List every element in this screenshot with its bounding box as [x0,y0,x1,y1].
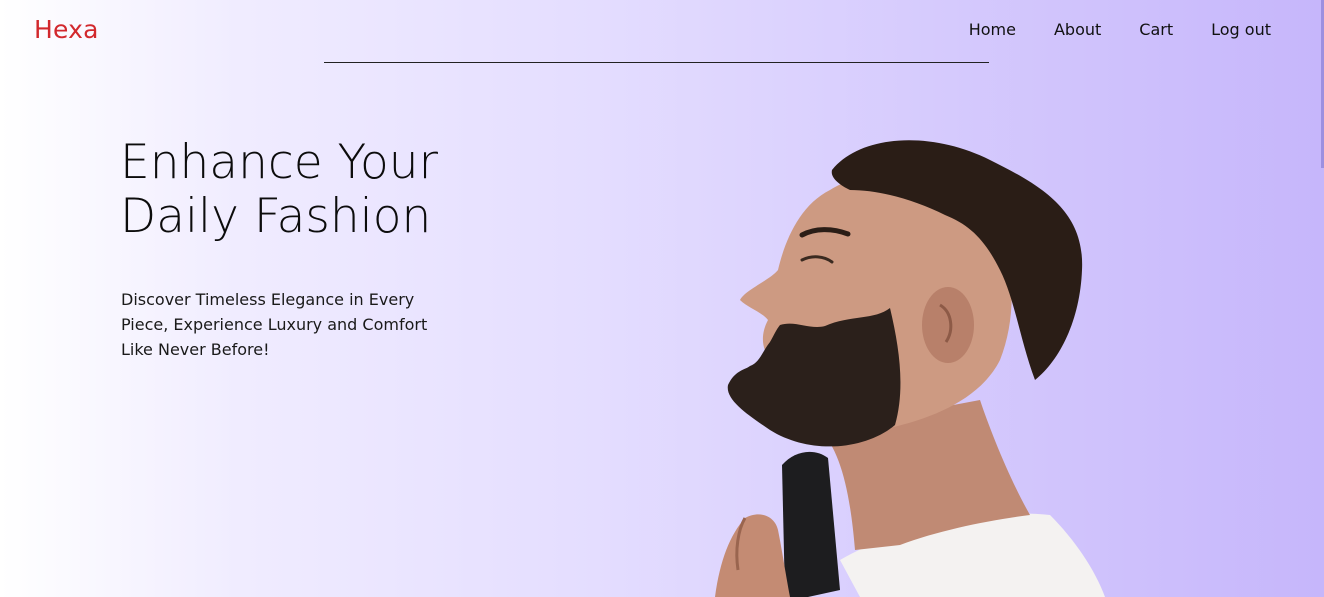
nav-cart-link[interactable]: Cart [1139,20,1173,39]
trimmer-shape [782,451,840,597]
hero-subtitle-line: Piece, Experience Luxury and Comfort [121,315,428,334]
nav-home-link[interactable]: Home [969,20,1016,39]
nav-about-link[interactable]: About [1054,20,1101,39]
ear-shape [922,287,974,363]
nav-logout-link[interactable]: Log out [1211,20,1271,39]
hero-title: Enhance Your Daily Fashion [120,136,540,244]
hero-subtitle-line: Discover Timeless Elegance in Every [121,290,415,309]
header-divider [324,62,989,63]
brand-logo[interactable]: Hexa [34,15,99,44]
hero-subtitle-line: Like Never Before! [121,340,270,359]
hero-title-line: Enhance Your [120,135,438,190]
hand-shape [715,514,790,597]
hero-subtitle: Discover Timeless Elegance in Every Piec… [121,287,451,362]
beard-shape [727,308,901,447]
hero-title-line: Daily Fashion [120,189,432,244]
top-navigation: Home About Cart Log out [969,20,1271,39]
hero-model-image [715,140,1105,597]
landing-page: Hexa Home About Cart Log out Enhance You… [0,0,1324,597]
